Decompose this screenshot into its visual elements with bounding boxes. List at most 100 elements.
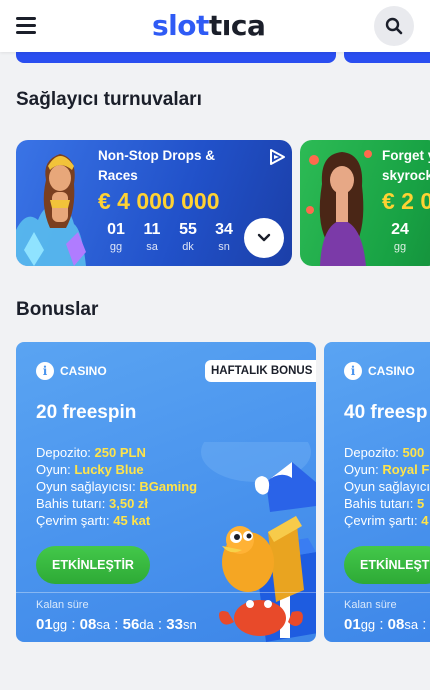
bonus-game-value[interactable]: Lucky Blue bbox=[74, 462, 143, 477]
site-logo[interactable]: slottıca bbox=[152, 8, 266, 44]
countdown-minutes: 55 dk bbox=[170, 220, 206, 254]
bonus-game-label: Oyun: bbox=[36, 462, 71, 477]
bonus-wager-value: 45 kat bbox=[113, 513, 151, 528]
countdown-unit-label: gg bbox=[109, 241, 123, 253]
tournament-card[interactable]: Forget y skyrock € 2 0 24 gg 1 bbox=[300, 140, 430, 266]
search-button[interactable] bbox=[374, 6, 414, 46]
bonus-details: Depozito: 500 Oyun: Royal F Oyun sağlayı… bbox=[344, 444, 430, 529]
countdown-unit-label: sn bbox=[218, 241, 230, 253]
top-header: slottıca bbox=[0, 0, 430, 52]
section-title-bonuses: Bonuslar bbox=[16, 299, 99, 320]
tournament-countdown: 24 gg 1 bbox=[382, 220, 430, 254]
countdown-number: 24 bbox=[391, 221, 409, 238]
bonus-wager-label: Çevrim şartı: bbox=[36, 513, 110, 528]
bonus-game-row: Oyun: Lucky Blue bbox=[36, 461, 197, 478]
tournament-name: Forget y skyrock bbox=[382, 148, 430, 183]
tournament-prize: € 4 000 000 bbox=[98, 188, 220, 214]
expand-button[interactable] bbox=[244, 218, 284, 258]
remaining-hours: 08 bbox=[387, 616, 405, 633]
section-title-tournaments: Sağlayıcı turnuvaları bbox=[16, 89, 202, 110]
bonus-deposit-value: 250 PLN bbox=[94, 445, 146, 460]
countdown-days: 24 gg bbox=[382, 220, 418, 254]
logo-part-2: tıca bbox=[208, 9, 266, 42]
bonus-wager-label: Çevrim şartı: bbox=[344, 513, 418, 528]
remaining-time-label: Kalan süre bbox=[344, 599, 397, 611]
bonus-wager-value: 4 bbox=[421, 513, 429, 528]
tournament-prize: € 2 0 bbox=[382, 188, 430, 214]
countdown-number: 1 bbox=[418, 220, 430, 240]
countdown-unit-label: sa bbox=[146, 241, 158, 253]
bonus-category-label: CASINO bbox=[60, 364, 107, 378]
bonus-bet-label: Bahis tutarı: bbox=[344, 496, 414, 511]
bonus-tag: HAFTALIK BONUS bbox=[205, 360, 316, 382]
divider bbox=[16, 592, 316, 593]
bonus-game-row: Oyun: Royal F bbox=[344, 461, 430, 478]
bonus-category-label: CASINO bbox=[368, 364, 415, 378]
countdown-seconds: 34 sn bbox=[206, 220, 242, 254]
bonus-provider-label: Oyun sağlayıcısı: bbox=[344, 479, 430, 494]
bonus-deposit-label: Depozito: bbox=[344, 445, 399, 460]
remaining-time-value: 01gg : 08sa : 56da : 33sn bbox=[36, 616, 197, 633]
logo-part-1: slot bbox=[152, 9, 209, 42]
remaining-minutes: 56 bbox=[122, 616, 140, 633]
lucky-blue-mascot-image bbox=[201, 442, 316, 642]
countdown-number: 01 bbox=[107, 221, 125, 238]
remaining-hours-unit: sa bbox=[96, 617, 111, 632]
bonus-bet-row: Bahis tutarı: 5 bbox=[344, 495, 430, 512]
bonus-provider-row: Oyun sağlayıcısı: BGaming bbox=[36, 478, 197, 495]
bonus-bet-value: 5 bbox=[417, 496, 425, 511]
remaining-seconds-unit: sn bbox=[182, 617, 197, 632]
remaining-hours-unit: sa bbox=[404, 617, 419, 632]
remaining-seconds: 33 bbox=[166, 616, 183, 633]
remaining-days-unit: gg bbox=[52, 617, 68, 632]
countdown-days: 01 gg bbox=[98, 220, 134, 254]
info-icon[interactable]: i bbox=[344, 362, 362, 380]
remaining-time-value: 01gg : 08sa : bbox=[344, 616, 427, 633]
bonus-bet-row: Bahis tutarı: 3,50 zł bbox=[36, 495, 197, 512]
bonus-details: Depozito: 250 PLN Oyun: Lucky Blue Oyun … bbox=[36, 444, 197, 529]
bonus-wager-row: Çevrim şartı: 4 bbox=[344, 512, 430, 529]
cleopatra-character-image bbox=[16, 154, 86, 266]
bonus-wager-row: Çevrim şartı: 45 kat bbox=[36, 512, 197, 529]
bonus-bet-label: Bahis tutarı: bbox=[36, 496, 106, 511]
bonus-provider-value: BGaming bbox=[139, 479, 198, 494]
remaining-minutes-unit: da bbox=[139, 617, 154, 632]
countdown-unit-label: gg bbox=[393, 241, 407, 253]
countdown-number: 11 bbox=[143, 221, 161, 238]
bonus-title: 20 freespin bbox=[36, 402, 137, 423]
activate-button[interactable]: ETKİNLEŞT bbox=[344, 546, 430, 584]
bonus-provider-label: Oyun sağlayıcısı: bbox=[36, 479, 136, 494]
pragmatic-play-icon bbox=[270, 149, 285, 165]
bonus-deposit-label: Depozito: bbox=[36, 445, 91, 460]
remaining-time-label: Kalan süre bbox=[36, 599, 89, 611]
activate-button[interactable]: ETKİNLEŞTİR bbox=[36, 546, 150, 584]
bonus-title: 40 freesp bbox=[344, 402, 428, 423]
bonus-provider-row: Oyun sağlayıcısı: bbox=[344, 478, 430, 495]
bonus-bet-value: 3,50 zł bbox=[109, 496, 149, 511]
bonus-deposit-value: 500 bbox=[402, 445, 425, 460]
countdown-hours: 1 bbox=[418, 220, 430, 254]
bonus-card[interactable]: i CASINO HAFTALIK BONUS 20 freespin Depo… bbox=[16, 342, 316, 642]
hamburger-menu-icon[interactable] bbox=[16, 17, 38, 35]
woman-character-image bbox=[306, 150, 372, 266]
remaining-hours: 08 bbox=[79, 616, 97, 633]
bonus-game-value[interactable]: Royal F bbox=[382, 462, 429, 477]
countdown-hours: 11 sa bbox=[134, 220, 170, 254]
remaining-days-unit: gg bbox=[360, 617, 376, 632]
countdown-number: 55 bbox=[179, 221, 197, 238]
remaining-days: 01 bbox=[36, 616, 53, 633]
tournament-countdown: 01 gg 11 sa 55 dk 34 sn bbox=[98, 220, 242, 254]
search-icon bbox=[385, 17, 403, 35]
divider bbox=[324, 592, 430, 593]
bonus-deposit-row: Depozito: 250 PLN bbox=[36, 444, 197, 461]
tournament-name: Non-Stop Drops & Races bbox=[98, 148, 215, 183]
countdown-unit-label: dk bbox=[182, 241, 194, 253]
bonus-card[interactable]: i CASINO 40 freesp Depozito: 500 Oyun: R… bbox=[324, 342, 430, 642]
countdown-number: 34 bbox=[215, 221, 233, 238]
tournament-card[interactable]: Non-Stop Drops & Races € 4 000 000 01 gg … bbox=[16, 140, 292, 266]
info-icon[interactable]: i bbox=[36, 362, 54, 380]
remaining-days: 01 bbox=[344, 616, 361, 633]
bonus-category: i CASINO bbox=[344, 362, 415, 380]
bonus-game-label: Oyun: bbox=[344, 462, 379, 477]
bonus-deposit-row: Depozito: 500 bbox=[344, 444, 430, 461]
